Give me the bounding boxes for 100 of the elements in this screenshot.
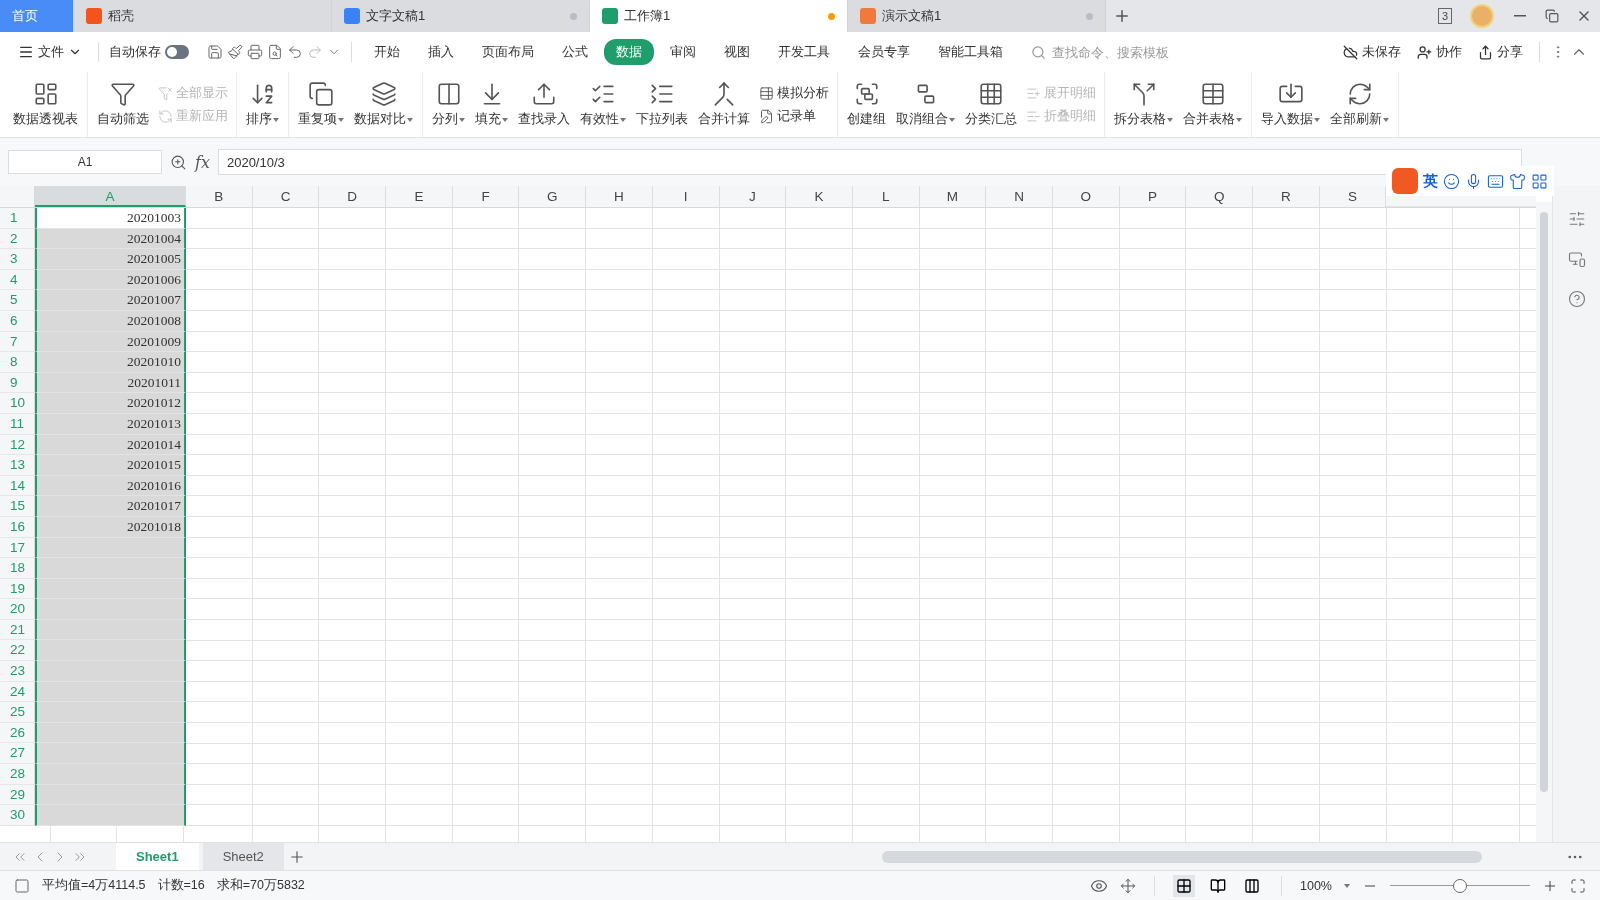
caret-icon — [1236, 117, 1242, 122]
column-header[interactable]: H — [586, 186, 653, 207]
save-icon[interactable] — [207, 44, 223, 60]
fullscreen-icon[interactable] — [1570, 877, 1586, 894]
ribbon-button[interactable]: 记录单 — [759, 107, 829, 125]
name-box[interactable]: A1 — [8, 150, 162, 174]
filter-icon — [158, 85, 173, 101]
format-painter-icon[interactable] — [227, 44, 243, 60]
ribbon-tab[interactable]: 页面布局 — [470, 39, 546, 65]
zoom-icon[interactable] — [170, 153, 187, 171]
grid-icon — [978, 81, 1004, 107]
toolbar-action[interactable]: 协作 — [1411, 39, 1468, 65]
table-cell: 20201015 — [35, 455, 186, 476]
print-icon[interactable] — [247, 44, 263, 60]
tab-label: 演示文稿1 — [882, 7, 943, 25]
caret-icon — [1383, 117, 1389, 122]
caret-icon — [1344, 883, 1350, 888]
column-header[interactable]: B — [186, 186, 253, 207]
ribbon-button[interactable]: 填充 — [470, 74, 513, 135]
document-tab[interactable]: 稻壳 — [74, 0, 332, 32]
ribbon-button[interactable]: 合并表格 — [1178, 74, 1247, 135]
sliders-icon[interactable] — [1567, 210, 1586, 228]
help-icon[interactable] — [1567, 290, 1586, 308]
ribbon-button[interactable]: 有效性 — [575, 74, 631, 135]
horizontal-scrollbar[interactable] — [882, 850, 1482, 863]
ribbon-button[interactable]: 取消组合 — [891, 74, 960, 135]
ribbon-tab[interactable]: 智能工具箱 — [926, 39, 1015, 65]
search-field[interactable]: 查找命令、搜索模板 — [1031, 43, 1200, 61]
normal-view-button[interactable] — [1173, 874, 1195, 897]
shirt-icon[interactable] — [1509, 172, 1526, 190]
ribbon-tab[interactable]: 插入 — [416, 39, 466, 65]
toolbar-action[interactable]: 分享 — [1472, 39, 1529, 65]
ribbon-button[interactable]: 查找录入 — [513, 74, 575, 135]
ribbon-button[interactable]: 全部刷新 — [1325, 74, 1394, 135]
toolbar-action[interactable]: 未保存 — [1337, 39, 1407, 65]
table-cell: 20201017 — [35, 496, 186, 517]
document-tab[interactable]: 工作簿1 — [590, 0, 848, 32]
print-preview-icon[interactable] — [267, 44, 283, 60]
ribbon-tab[interactable]: 会员专享 — [846, 39, 922, 65]
move-icon[interactable] — [1120, 877, 1136, 894]
column-header[interactable]: E — [386, 186, 453, 207]
vertical-scrollbar[interactable] — [1536, 202, 1552, 842]
split-icon — [1130, 81, 1157, 107]
ribbon-button[interactable]: 排序 — [241, 74, 284, 135]
ribbon-button[interactable]: 拆分表格 — [1109, 74, 1178, 135]
ribbon-tab[interactable]: 开发工具 — [766, 39, 842, 65]
column-header[interactable]: O — [1052, 186, 1120, 207]
column-header[interactable]: F — [452, 186, 520, 207]
ribbon-tab[interactable]: 开始 — [362, 39, 412, 65]
column-header[interactable]: G — [519, 186, 587, 207]
microphone-icon[interactable] — [1465, 172, 1482, 190]
column-header[interactable]: Q — [1186, 186, 1253, 207]
column-header[interactable]: D — [319, 186, 387, 207]
column-header[interactable]: N — [986, 186, 1053, 207]
grid-icon[interactable] — [1531, 172, 1548, 190]
column-header[interactable]: R — [1253, 186, 1320, 207]
table-icon — [759, 85, 774, 101]
emoji-icon[interactable] — [1443, 172, 1460, 190]
window-count[interactable]: 3 — [1437, 8, 1452, 24]
ribbon-button[interactable]: 自动筛选 — [92, 74, 154, 135]
ribbon-button[interactable]: 数据透视表 — [8, 74, 83, 135]
autosave-label: 自动保存 — [109, 43, 161, 61]
ribbon-button[interactable]: 数据对比 — [349, 74, 418, 135]
document-tab[interactable]: 文字文稿1 — [332, 0, 590, 32]
plus-icon — [1113, 7, 1131, 25]
ribbon-button[interactable]: 模拟分析 — [759, 84, 829, 102]
file-menu[interactable]: 文件 — [12, 39, 88, 65]
ribbon-button[interactable]: 分列 — [427, 74, 470, 135]
column-header[interactable]: J — [719, 186, 787, 207]
ribbon-button[interactable]: 下拉列表 — [631, 74, 693, 135]
keyboard-icon[interactable] — [1487, 172, 1504, 190]
caret-icon — [407, 117, 413, 122]
column-header[interactable]: C — [252, 186, 320, 207]
panel-icon[interactable] — [1567, 250, 1586, 268]
function-label[interactable]: fx — [195, 152, 210, 172]
document-tab[interactable]: 演示文稿1 — [848, 0, 1106, 32]
slider-thumb[interactable] — [1453, 878, 1467, 893]
column-header[interactable]: P — [1119, 186, 1187, 207]
column-header[interactable]: M — [919, 186, 987, 207]
status-stat: 求和=70万5832 — [216, 877, 305, 894]
ribbon-tab[interactable]: 视图 — [712, 39, 762, 65]
ribbon-button[interactable]: 分类汇总 — [960, 74, 1022, 135]
ribbon-button[interactable]: 重复项 — [293, 74, 349, 135]
ribbon-button[interactable]: 创建组 — [842, 74, 891, 135]
ribbon-button[interactable]: 导入数据 — [1256, 74, 1325, 135]
undo-icon[interactable] — [287, 44, 303, 60]
caret-icon — [459, 117, 465, 122]
ribbon-tab[interactable]: 公式 — [550, 39, 600, 65]
columns-icon — [435, 81, 462, 107]
column-header[interactable]: K — [786, 186, 853, 207]
autosave-toggle[interactable] — [165, 45, 189, 59]
list-icon — [1026, 108, 1041, 124]
ribbon-button[interactable]: 合并计算 — [693, 74, 755, 135]
column-header[interactable]: L — [852, 186, 920, 207]
caret-icon — [1167, 117, 1173, 122]
ribbon-tab[interactable]: 审阅 — [658, 39, 708, 65]
sheet-tab[interactable]: Sheet2 — [202, 843, 284, 870]
column-header[interactable]: I — [652, 186, 720, 207]
zoom-level[interactable]: 100% — [1300, 878, 1332, 893]
caret-icon — [502, 117, 508, 122]
